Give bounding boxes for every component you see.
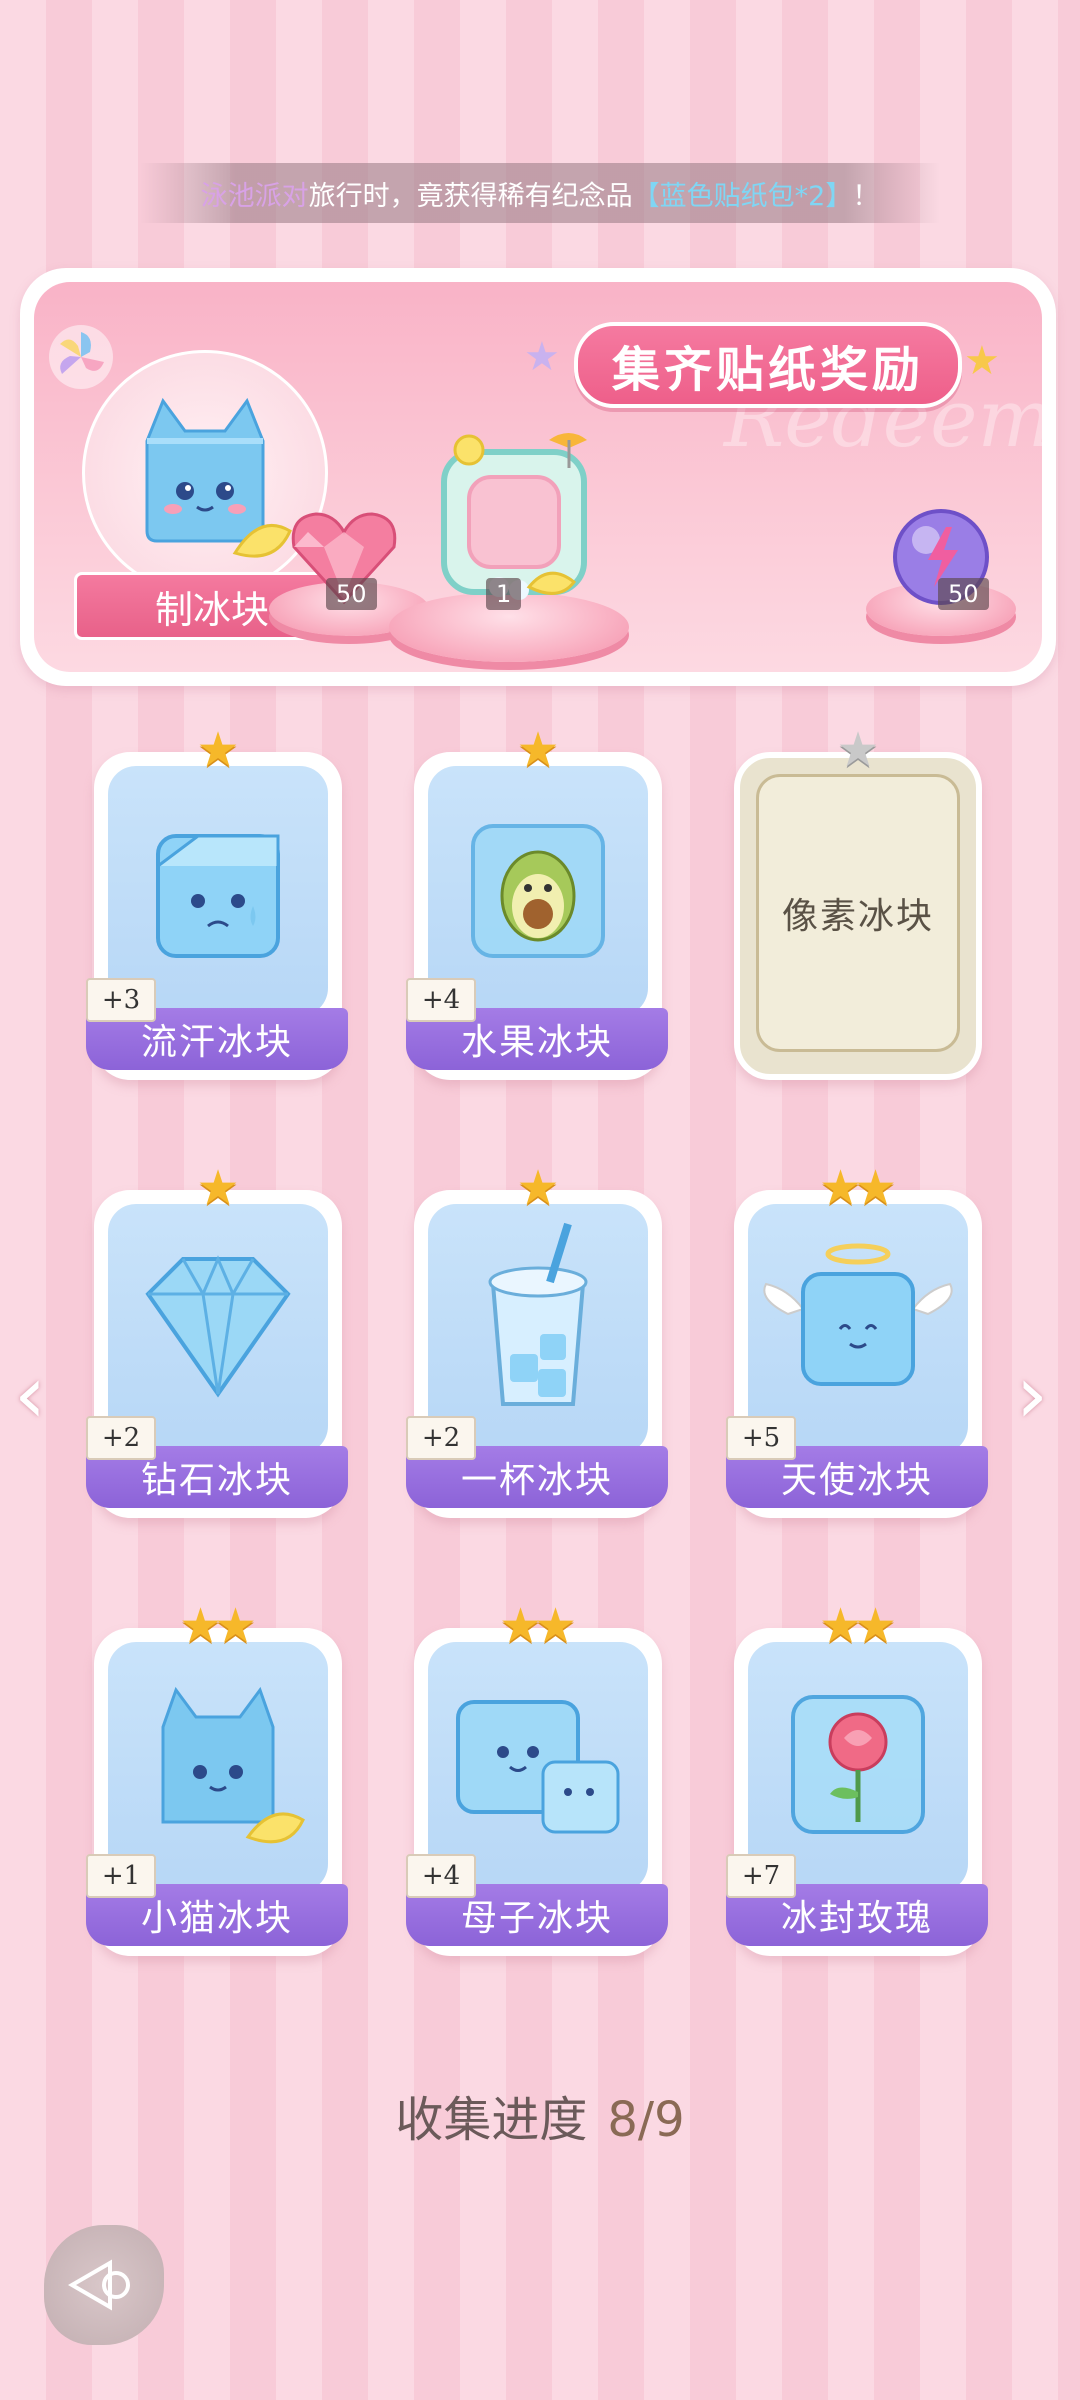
- sticker-card[interactable]: ★ 一杯冰块 +2: [406, 1160, 668, 1518]
- sticker-card[interactable]: ★ 水果冰块 +4: [406, 722, 668, 1080]
- sticker-card[interactable]: ★★ 小猫冰块 +1: [86, 1598, 348, 1956]
- star-icon: ★: [854, 1598, 898, 1654]
- rarity-stars: ★★: [94, 1596, 342, 1656]
- reward-count: 50: [938, 578, 989, 610]
- rarity-stars: ★: [414, 1158, 662, 1218]
- next-page-arrow-icon[interactable]: ›: [1016, 1355, 1066, 1435]
- star-icon: ★: [214, 1598, 258, 1654]
- rarity-stars: ★★: [414, 1596, 662, 1656]
- progress-value: 8/9: [607, 2092, 685, 2148]
- card-count-badge: +4: [406, 978, 476, 1022]
- notification-place: 泳池派对: [200, 180, 309, 212]
- notification-banner: 泳池派对 旅行时，竟获得稀有纪念品 【蓝色贴纸包*2】 ！: [140, 163, 940, 223]
- reward-count: 1: [486, 578, 522, 610]
- reward-title: 集齐贴纸奖励: [574, 322, 962, 408]
- rarity-stars: ★: [94, 720, 342, 780]
- rarity-stars: ★★: [734, 1158, 982, 1218]
- notification-end: ！: [852, 180, 880, 212]
- notification-item: 【蓝色贴纸包*2】: [632, 180, 853, 212]
- rarity-stars: ★: [734, 720, 982, 780]
- card-name: 像素冰块: [781, 896, 934, 937]
- sticker-card[interactable]: 像素冰块 ★: [734, 722, 982, 1080]
- reward-count: 50: [326, 578, 377, 610]
- card-count-badge: +2: [406, 1416, 476, 1460]
- rarity-stars: ★: [414, 720, 662, 780]
- star-icon: ★: [196, 1160, 240, 1216]
- rarity-stars: ★★: [734, 1596, 982, 1656]
- collection-progress: 收集进度 8/9: [0, 2080, 1080, 2150]
- reward-panel: Redeem ★ ★ 集齐贴纸奖励 制冰块 50 1 50: [20, 268, 1056, 686]
- sticker-card[interactable]: ★ 流汗冰块 +3: [86, 722, 348, 1080]
- notification-text: 旅行时，竟获得稀有纪念品: [308, 180, 633, 212]
- card-art: 像素冰块: [756, 774, 960, 1052]
- progress-label: 收集进度: [395, 2092, 588, 2148]
- back-button[interactable]: [44, 2225, 164, 2345]
- star-icon: ★: [516, 1160, 560, 1216]
- star-deco-icon: ★: [964, 338, 1000, 384]
- card-count-badge: +4: [406, 1854, 476, 1898]
- star-icon: ★: [854, 1160, 898, 1216]
- sticker-card[interactable]: ★ 钻石冰块 +2: [86, 1160, 348, 1518]
- star-icon: ★: [196, 722, 240, 778]
- rarity-stars: ★: [94, 1158, 342, 1218]
- sticker-card[interactable]: ★★ 母子冰块 +4: [406, 1598, 668, 1956]
- card-count-badge: +2: [86, 1416, 156, 1460]
- card-count-badge: +7: [726, 1854, 796, 1898]
- star-icon: ★: [534, 1598, 578, 1654]
- star-deco-icon: ★: [524, 334, 560, 380]
- back-arrow-icon: [68, 2259, 130, 2311]
- sticker-card[interactable]: ★★ 天使冰块 +5: [726, 1160, 988, 1518]
- card-count-badge: +1: [86, 1854, 156, 1898]
- star-icon: ★: [836, 722, 880, 778]
- card-count-badge: +5: [726, 1416, 796, 1460]
- card-count-badge: +3: [86, 978, 156, 1022]
- prev-page-arrow-icon[interactable]: ‹: [14, 1355, 64, 1435]
- sticker-card[interactable]: ★★ 冰封玫瑰 +7: [726, 1598, 988, 1956]
- star-icon: ★: [516, 722, 560, 778]
